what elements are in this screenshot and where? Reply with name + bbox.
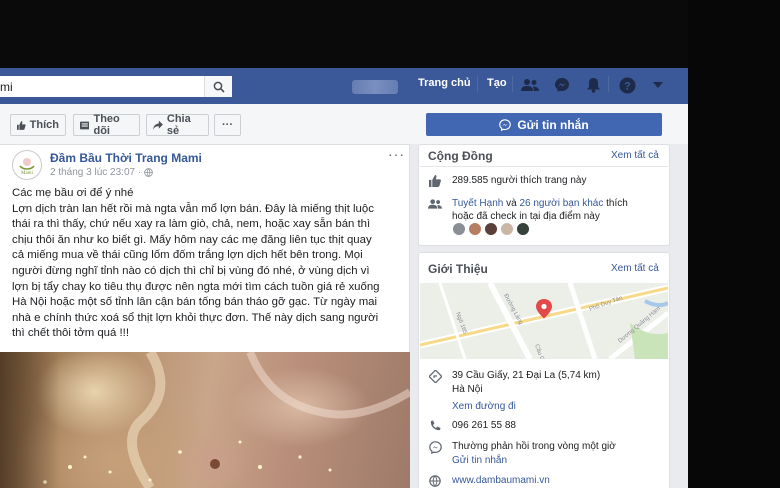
post-text-line: nhà e chính thức xoá sổ thịt lợn khỏi th… bbox=[12, 311, 379, 324]
search-box[interactable] bbox=[0, 76, 232, 97]
post-text-line: chịu thôi ăn như ko biết gì. Mấy hôm nay… bbox=[12, 233, 372, 246]
messenger-icon[interactable] bbox=[552, 75, 572, 95]
about-title: Giới Thiệu bbox=[428, 262, 488, 276]
friend-name-link[interactable]: Tuyết Hạnh bbox=[452, 198, 503, 209]
get-directions-link[interactable]: Xem đường đi bbox=[452, 400, 516, 413]
post-text-line: thì chết thôi tởm quá !!! bbox=[12, 327, 130, 340]
friend-avatar[interactable] bbox=[500, 222, 514, 236]
more-actions-button[interactable]: ··· bbox=[214, 114, 241, 136]
address-line-1: 39 Cầu Giấy, 21 Đại La (5,74 km) bbox=[452, 370, 601, 381]
search-button[interactable] bbox=[204, 76, 232, 97]
post-text-line: Hà Nội hoặc một số tỉnh lân cận bán tống… bbox=[12, 296, 378, 309]
friends-suffix-2: hoặc đã check in tại địa điểm này bbox=[452, 211, 600, 222]
directions-icon bbox=[428, 369, 442, 383]
nav-separator bbox=[608, 76, 609, 92]
friend-avatar[interactable] bbox=[516, 222, 530, 236]
svg-text:?: ? bbox=[624, 80, 631, 92]
friend-avatar[interactable] bbox=[468, 222, 482, 236]
post-text-line: lợn bị tẩy chay ko tiêu thụ được nên ngt… bbox=[12, 280, 380, 293]
nav-home-link[interactable]: Trang chủ bbox=[418, 77, 471, 89]
post-text-line: người đừng nghĩ tỉnh nào có dịch thì chỉ… bbox=[12, 264, 370, 277]
post-options-button[interactable]: ··· bbox=[388, 146, 405, 162]
likes-count-text: 289.585 người thích trang này bbox=[452, 175, 587, 186]
messenger-outline-icon bbox=[428, 440, 442, 454]
notifications-bell-icon[interactable] bbox=[583, 75, 603, 95]
globe-icon bbox=[144, 168, 154, 177]
address-line-2: Hà Nội bbox=[452, 384, 483, 395]
thumb-up-icon bbox=[428, 174, 442, 188]
location-map[interactable]: Ngõ 165 Đường Láng Phố Duy Tân Dương Quả… bbox=[420, 283, 668, 359]
post-text-line: Lợn dịch tràn lan hết rồi mà ngta vẫn mổ… bbox=[12, 202, 374, 215]
community-title: Cộng Đồng bbox=[428, 149, 493, 163]
like-label: Thích bbox=[29, 119, 59, 131]
nav-separator bbox=[512, 76, 513, 92]
photo-shadow bbox=[0, 352, 60, 488]
share-icon bbox=[153, 120, 163, 130]
post-body: Các mẹ bầu ơi để ý nhé Lợn dịch tràn lan… bbox=[12, 186, 404, 342]
monitor-bezel-right bbox=[688, 0, 780, 488]
post-author-link[interactable]: Đầm Bầu Thời Trang Mami bbox=[50, 151, 202, 165]
website-link[interactable]: www.dambaumami.vn bbox=[452, 474, 550, 487]
send-message-link[interactable]: Gửi tin nhắn bbox=[452, 454, 507, 467]
like-icon bbox=[17, 120, 26, 130]
friend-requests-icon[interactable] bbox=[520, 75, 540, 95]
nav-create-link[interactable]: Tạo bbox=[487, 77, 507, 89]
response-time-text: Thường phản hồi trong vòng một giờ bbox=[452, 441, 616, 452]
post-text-line: thái ra thì thấy, chứ nếu xay ra làm giò… bbox=[12, 218, 371, 231]
friends-suffix-1: thích bbox=[603, 198, 628, 209]
divider bbox=[420, 166, 668, 167]
phone-icon bbox=[428, 419, 442, 433]
friend-avatar[interactable] bbox=[452, 222, 466, 236]
friend-avatar[interactable] bbox=[484, 222, 498, 236]
phone-number[interactable]: 096 261 55 88 bbox=[452, 419, 516, 432]
about-see-all-link[interactable]: Xem tất cả bbox=[611, 263, 659, 274]
follow-page-button[interactable]: Theo dõi bbox=[73, 113, 140, 137]
post-text-line: cả miếng mua về thái cũng lốm đốm trắng … bbox=[12, 249, 363, 262]
follow-icon bbox=[80, 121, 90, 129]
search-icon bbox=[213, 81, 225, 93]
people-icon bbox=[428, 197, 442, 211]
other-friends-link[interactable]: 26 người bạn khác bbox=[519, 198, 603, 209]
account-menu-caret-icon[interactable] bbox=[648, 75, 668, 95]
nav-separator bbox=[477, 76, 478, 92]
share-page-button[interactable]: Chia sẻ bbox=[146, 113, 209, 137]
web-icon bbox=[428, 474, 442, 488]
send-message-label: Gửi tin nhắn bbox=[517, 117, 589, 132]
post-timestamp[interactable]: 2 tháng 3 lúc 23:07 · bbox=[50, 167, 154, 178]
search-input[interactable] bbox=[0, 79, 200, 94]
monitor-bezel-top bbox=[0, 0, 780, 68]
friends-like-text: Tuyết Hạnh và 26 người bạn khác thích ho… bbox=[452, 197, 662, 223]
follow-label: Theo dõi bbox=[93, 113, 120, 137]
like-page-button[interactable]: Thích bbox=[10, 114, 66, 136]
post-photo-meat[interactable] bbox=[0, 352, 410, 488]
messenger-icon bbox=[499, 118, 512, 131]
send-message-button[interactable]: Gửi tin nhắn bbox=[426, 113, 662, 136]
post-text-line: Các mẹ bầu ơi để ý nhé bbox=[12, 187, 134, 199]
more-label: ··· bbox=[222, 119, 233, 131]
svg-text:Mami: Mami bbox=[21, 171, 34, 176]
page-avatar[interactable]: Mami bbox=[12, 150, 42, 180]
help-icon[interactable]: ? bbox=[617, 75, 637, 95]
share-label: Chia sẻ bbox=[166, 113, 191, 137]
and-text: và bbox=[503, 198, 520, 209]
profile-name-blurred[interactable] bbox=[352, 80, 398, 94]
community-see-all-link[interactable]: Xem tất cả bbox=[611, 150, 659, 161]
post-time-text: 2 tháng 3 lúc 23:07 · bbox=[50, 167, 142, 178]
